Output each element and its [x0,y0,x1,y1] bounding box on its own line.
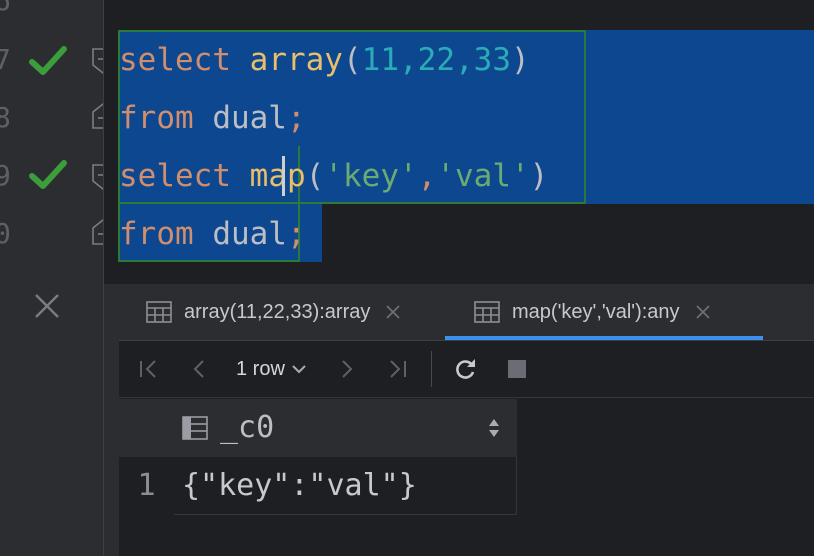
close-results-icon[interactable] [33,292,61,320]
close-tab-icon[interactable] [694,303,712,321]
refresh-icon[interactable] [451,355,479,383]
table-icon [146,301,172,323]
text-caret [282,156,285,196]
sort-icon[interactable] [486,417,502,439]
line-number: 6 [0,0,11,17]
results-toolbar: 1 row [119,341,814,398]
column-icon [182,416,208,440]
code-line[interactable]: select array(11,22,33) [119,31,530,89]
results-panel: array(11,22,33):array map('key','val'):a… [119,284,814,556]
close-tab-icon[interactable] [384,303,402,321]
stop-icon[interactable] [503,355,531,383]
line-number: 0 [0,217,11,250]
line-number: 7 [0,43,11,76]
column-header[interactable]: _c0 [174,399,517,458]
statement-success-check-icon[interactable] [28,155,68,195]
row-number-header [119,399,174,457]
results-tabbar: array(11,22,33):array map('key','val'):a… [119,284,814,341]
editor-gutter: 6 7 8 9 0 [0,0,114,556]
rows-label: 1 row [236,358,285,380]
next-page-icon[interactable] [333,355,361,383]
code-line[interactable]: from dual; [119,205,306,263]
code-line[interactable]: from dual; [119,89,306,147]
result-tab-map[interactable]: map('key','val'):any [474,284,712,340]
chevron-down-icon [292,365,306,374]
table-cell[interactable]: {"key":"val"} [174,457,517,515]
result-tab-array[interactable]: array(11,22,33):array [146,284,402,340]
line-number: 8 [0,101,11,134]
first-page-icon[interactable] [135,355,163,383]
statement-success-check-icon[interactable] [28,41,68,81]
line-number: 9 [0,159,11,192]
tab-label: map('key','val'):any [512,300,680,323]
row-number: 1 [137,468,156,503]
active-tab-indicator [445,336,763,340]
column-name: _c0 [220,410,275,445]
last-page-icon[interactable] [383,355,411,383]
table-icon [474,301,500,323]
page-size-dropdown[interactable]: 1 row [236,354,307,384]
sql-editor[interactable]: select array(11,22,33) from dual; select… [104,0,814,284]
code-line[interactable]: select map('key','val') [119,147,548,205]
toolbar-divider [431,351,432,387]
previous-page-icon[interactable] [185,355,213,383]
tab-label: array(11,22,33):array [184,300,371,323]
